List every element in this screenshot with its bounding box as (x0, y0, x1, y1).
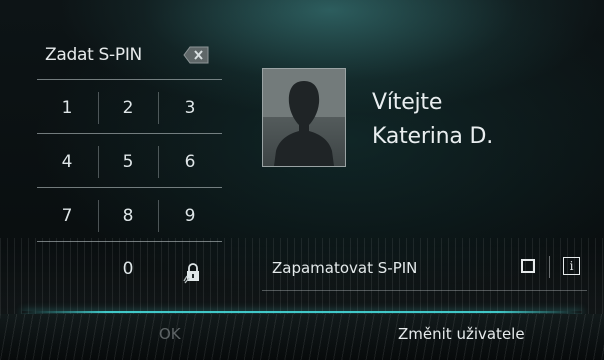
hand-lock-icon[interactable] (183, 262, 205, 284)
key-0[interactable]: 0 (98, 244, 158, 294)
welcome-text: Vítejte (372, 90, 443, 115)
keypad-divider (158, 146, 159, 178)
key-6[interactable]: 6 (160, 137, 220, 187)
keypad-divider (37, 187, 222, 188)
key-9[interactable]: 9 (160, 191, 220, 241)
ok-button[interactable]: OK (159, 325, 181, 343)
username-text: Katerina D. (372, 124, 493, 149)
change-user-button[interactable]: Změnit uživatele (398, 325, 525, 343)
accent-line (22, 311, 582, 313)
checkbox-icon[interactable] (521, 259, 535, 273)
key-8[interactable]: 8 (98, 191, 158, 241)
key-3[interactable]: 3 (160, 83, 220, 133)
key-4[interactable]: 4 (37, 137, 97, 187)
keypad-divider (37, 133, 222, 134)
keypad-divider (158, 92, 159, 124)
key-5[interactable]: 5 (98, 137, 158, 187)
info-glyph: i (569, 259, 574, 273)
remember-spin-label[interactable]: Zapamatovat S-PIN (272, 259, 417, 277)
keypad-divider (158, 200, 159, 232)
key-7[interactable]: 7 (37, 191, 97, 241)
spin-title: Zadat S-PIN (45, 45, 142, 65)
keypad-divider (37, 79, 222, 80)
divider (262, 290, 587, 291)
key-1[interactable]: 1 (37, 83, 97, 133)
divider (549, 256, 550, 278)
user-silhouette-icon (262, 68, 346, 167)
key-2[interactable]: 2 (98, 83, 158, 133)
keypad-divider (37, 241, 222, 242)
backspace-icon[interactable] (183, 46, 209, 64)
info-icon[interactable]: i (563, 257, 580, 275)
login-screen: Zadat S-PIN 1 2 3 4 5 6 7 8 9 0 Vítejte … (0, 0, 604, 360)
